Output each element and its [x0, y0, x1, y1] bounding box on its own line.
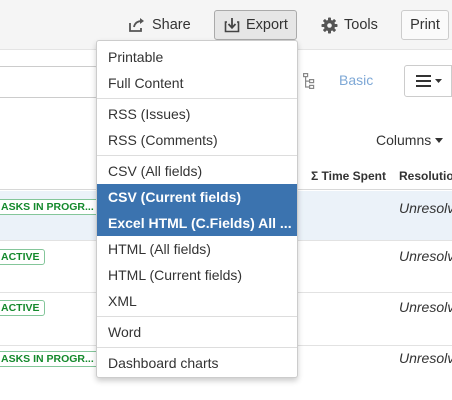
menu-item-excel-html-current-fields[interactable]: Excel HTML (C.Fields) All ... [97, 210, 297, 236]
resolution-value: Unresolv [399, 248, 452, 264]
columns-button[interactable]: Columns [376, 132, 444, 148]
hamburger-icon [416, 75, 442, 87]
column-header-time-spent[interactable]: Σ Time Spent [311, 169, 386, 183]
tools-label: Tools [344, 17, 378, 33]
column-header-resolution[interactable]: Resolutio [399, 169, 452, 183]
menu-item-csv-current-fields[interactable]: CSV (Current fields) [97, 184, 297, 210]
gear-icon [321, 17, 338, 33]
print-button[interactable]: Print [401, 10, 449, 40]
hierarchy-icon[interactable] [303, 73, 315, 89]
view-options-button[interactable] [404, 65, 452, 97]
print-label: Print [410, 17, 440, 33]
menu-item-rss-comments[interactable]: RSS (Comments) [97, 127, 297, 153]
resolution-value: Unresolv [399, 350, 452, 366]
columns-label: Columns [376, 132, 432, 148]
chevron-down-icon [435, 137, 444, 143]
menu-item-printable[interactable]: Printable [97, 44, 297, 70]
menu-item-html-all-fields[interactable]: HTML (All fields) [97, 236, 297, 262]
menu-item-html-current-fields[interactable]: HTML (Current fields) [97, 262, 297, 288]
export-label: Export [246, 17, 288, 33]
tools-button[interactable]: Tools [321, 10, 378, 40]
export-icon [224, 18, 240, 33]
share-button[interactable]: Share [128, 10, 191, 40]
status-lozenge: ASKS IN PROGR... [0, 351, 99, 367]
menu-divider [97, 98, 297, 99]
export-button[interactable]: Export [214, 10, 297, 40]
status-lozenge: ACTIVE [0, 300, 45, 316]
menu-item-dashboard-charts[interactable]: Dashboard charts [97, 350, 297, 376]
menu-item-xml[interactable]: XML [97, 288, 297, 314]
resolution-value: Unresolv [399, 200, 452, 216]
menu-item-csv-all-fields[interactable]: CSV (All fields) [97, 158, 297, 184]
status-lozenge: ACTIVE [0, 249, 45, 265]
menu-item-full-content[interactable]: Full Content [97, 70, 297, 96]
share-icon [129, 18, 144, 32]
resolution-value: Unresolv [399, 299, 452, 315]
basic-search-link[interactable]: Basic [339, 72, 373, 88]
status-lozenge: ASKS IN PROGR... [0, 199, 99, 215]
export-dropdown-menu: Printable Full Content RSS (Issues) RSS … [96, 40, 298, 378]
search-input[interactable] [0, 66, 98, 98]
menu-divider [97, 316, 297, 317]
menu-divider [97, 155, 297, 156]
share-label: Share [152, 17, 191, 33]
menu-divider [97, 347, 297, 348]
menu-item-word[interactable]: Word [97, 319, 297, 345]
menu-item-rss-issues[interactable]: RSS (Issues) [97, 101, 297, 127]
